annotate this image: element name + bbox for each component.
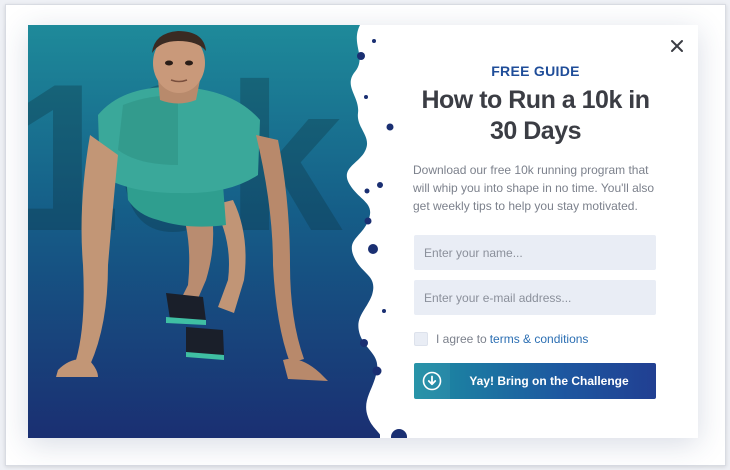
- name-input[interactable]: [414, 235, 656, 270]
- email-input[interactable]: [414, 280, 656, 315]
- submit-button[interactable]: Yay! Bring on the Challenge: [414, 363, 656, 399]
- terms-checkbox[interactable]: [414, 332, 428, 346]
- agree-label: I agree to: [436, 332, 487, 346]
- popup-title: How to Run a 10k in 30 Days: [421, 86, 650, 145]
- terms-row: I agree to terms & conditions: [414, 331, 588, 347]
- eyebrow-label: FREE GUIDE: [491, 63, 580, 79]
- download-icon-wrap: [414, 363, 450, 399]
- popup-description: Download our free 10k running program th…: [413, 163, 655, 213]
- close-icon: [671, 40, 683, 52]
- terms-link[interactable]: terms & conditions: [490, 332, 589, 346]
- close-button[interactable]: [668, 37, 686, 55]
- submit-button-label: Yay! Bring on the Challenge: [469, 374, 629, 388]
- popup-modal: 10k: [28, 25, 698, 438]
- download-icon: [422, 371, 442, 391]
